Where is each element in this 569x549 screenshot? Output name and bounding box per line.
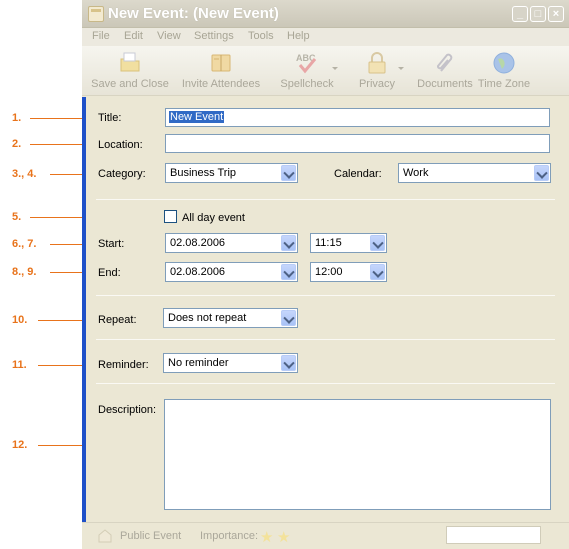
annotation-number: 6., 7. — [12, 238, 37, 250]
star-icon[interactable]: ★ — [277, 528, 290, 546]
all-day-checkbox[interactable] — [164, 210, 177, 223]
title-input[interactable]: New Event — [165, 108, 550, 127]
time-zone-label: Time Zone — [477, 78, 531, 90]
divider — [96, 339, 555, 340]
event-form: Title: New Event Location: Category: Bus… — [82, 97, 569, 522]
menu-tools[interactable]: Tools — [248, 30, 274, 42]
repeat-value: Does not repeat — [168, 312, 247, 324]
annotation-number: 12. — [12, 439, 28, 451]
importance-label: Importance: — [200, 530, 259, 542]
menu-view[interactable]: View — [157, 30, 181, 42]
window-title: New Event: (New Event) — [108, 5, 279, 22]
public-event-label[interactable]: Public Event — [120, 530, 181, 542]
invite-attendees-button[interactable]: Invite Attendees — [176, 46, 266, 96]
invite-attendees-label: Invite Attendees — [181, 78, 261, 90]
end-time-value: 12:00 — [315, 266, 343, 278]
menu-bar: File Edit View Settings Tools Help — [82, 28, 569, 46]
divider — [96, 199, 555, 200]
spellcheck-label: Spellcheck — [280, 78, 334, 90]
public-event-icon[interactable] — [97, 528, 113, 544]
spellcheck-button[interactable]: ABC Spellcheck — [276, 46, 338, 96]
menu-help[interactable]: Help — [287, 30, 310, 42]
end-date-value: 02.08.2006 — [170, 266, 226, 278]
chevron-down-icon[interactable] — [281, 310, 296, 326]
annotation-number: 5. — [12, 211, 22, 223]
save-close-button[interactable]: Save and Close — [88, 46, 172, 96]
new-event-window: New Event: (New Event) _ □ × File Edit V… — [82, 0, 569, 549]
title-value: New Event — [169, 111, 225, 123]
start-time-value: 11:15 — [315, 237, 342, 249]
toolbar: Save and Close Invite Attendees ABC Spel… — [82, 46, 569, 96]
spellcheck-icon: ABC — [296, 53, 317, 74]
chevron-down-icon[interactable] — [534, 165, 549, 181]
spellcheck-dropdown-arrow[interactable] — [332, 67, 338, 70]
lock-icon — [368, 52, 386, 74]
annotation-number: 11. — [12, 359, 27, 371]
status-field — [446, 526, 541, 544]
annotation-number: 1. — [12, 112, 22, 124]
maximize-button[interactable]: □ — [530, 6, 546, 22]
annotation-number: 10. — [12, 314, 28, 326]
status-bar: Public Event Importance: ★ ★ — [82, 522, 569, 549]
start-date-value: 02.08.2006 — [170, 237, 226, 249]
chevron-down-icon[interactable] — [281, 165, 296, 181]
repeat-label: Repeat: — [98, 314, 137, 326]
menu-edit[interactable]: Edit — [124, 30, 143, 42]
menu-settings[interactable]: Settings — [194, 30, 234, 42]
reminder-value: No reminder — [168, 357, 229, 369]
reminder-select[interactable]: No reminder — [163, 353, 298, 373]
title-bar[interactable]: New Event: (New Event) _ □ × — [82, 0, 569, 28]
annotation-number: 2. — [12, 138, 22, 150]
calendar-value: Work — [403, 167, 429, 179]
paperclip-icon — [437, 53, 453, 72]
annotation-number: 8., 9. — [12, 266, 37, 278]
annotation-number: 3., 4. — [12, 168, 37, 180]
menu-file[interactable]: File — [92, 30, 110, 42]
end-date-select[interactable]: 02.08.2006 — [165, 262, 298, 282]
description-textarea[interactable] — [164, 399, 551, 510]
minimize-button[interactable]: _ — [512, 6, 528, 22]
folder-icon — [120, 52, 140, 72]
repeat-select[interactable]: Does not repeat — [163, 308, 298, 328]
reminder-label: Reminder: — [98, 359, 149, 371]
documents-button[interactable]: Documents — [415, 46, 475, 96]
calendar-label: Calendar: — [334, 168, 382, 180]
divider — [96, 295, 555, 296]
calendar-app-icon — [88, 6, 104, 22]
chevron-down-icon[interactable] — [281, 235, 296, 251]
time-zone-button[interactable]: Time Zone — [476, 46, 532, 96]
chevron-down-icon[interactable] — [370, 235, 385, 251]
save-close-label: Save and Close — [91, 78, 169, 90]
description-label: Description: — [98, 404, 157, 416]
category-value: Business Trip — [170, 167, 237, 179]
privacy-button[interactable]: Privacy — [352, 46, 404, 96]
location-label: Location: — [98, 139, 143, 151]
location-input[interactable] — [165, 134, 550, 153]
category-label: Category: — [98, 168, 146, 180]
close-button[interactable]: × — [548, 6, 564, 22]
all-day-label: All day event — [182, 212, 245, 224]
start-date-select[interactable]: 02.08.2006 — [165, 233, 298, 253]
globe-icon — [493, 52, 515, 74]
chevron-down-icon[interactable] — [281, 264, 296, 280]
calendar-select[interactable]: Work — [398, 163, 551, 183]
start-label: Start: — [98, 238, 125, 250]
category-select[interactable]: Business Trip — [165, 163, 298, 183]
start-time-select[interactable]: 11:15 — [310, 233, 387, 253]
address-book-icon — [211, 54, 231, 72]
end-time-select[interactable]: 12:00 — [310, 262, 387, 282]
divider — [96, 383, 555, 384]
chevron-down-icon[interactable] — [281, 355, 296, 371]
star-icon[interactable]: ★ — [260, 528, 273, 546]
end-label: End: — [98, 267, 121, 279]
privacy-label: Privacy — [358, 78, 396, 90]
documents-label: Documents — [417, 78, 473, 90]
chevron-down-icon[interactable] — [370, 264, 385, 280]
privacy-dropdown-arrow[interactable] — [398, 67, 404, 70]
title-label: Title: — [98, 112, 122, 124]
